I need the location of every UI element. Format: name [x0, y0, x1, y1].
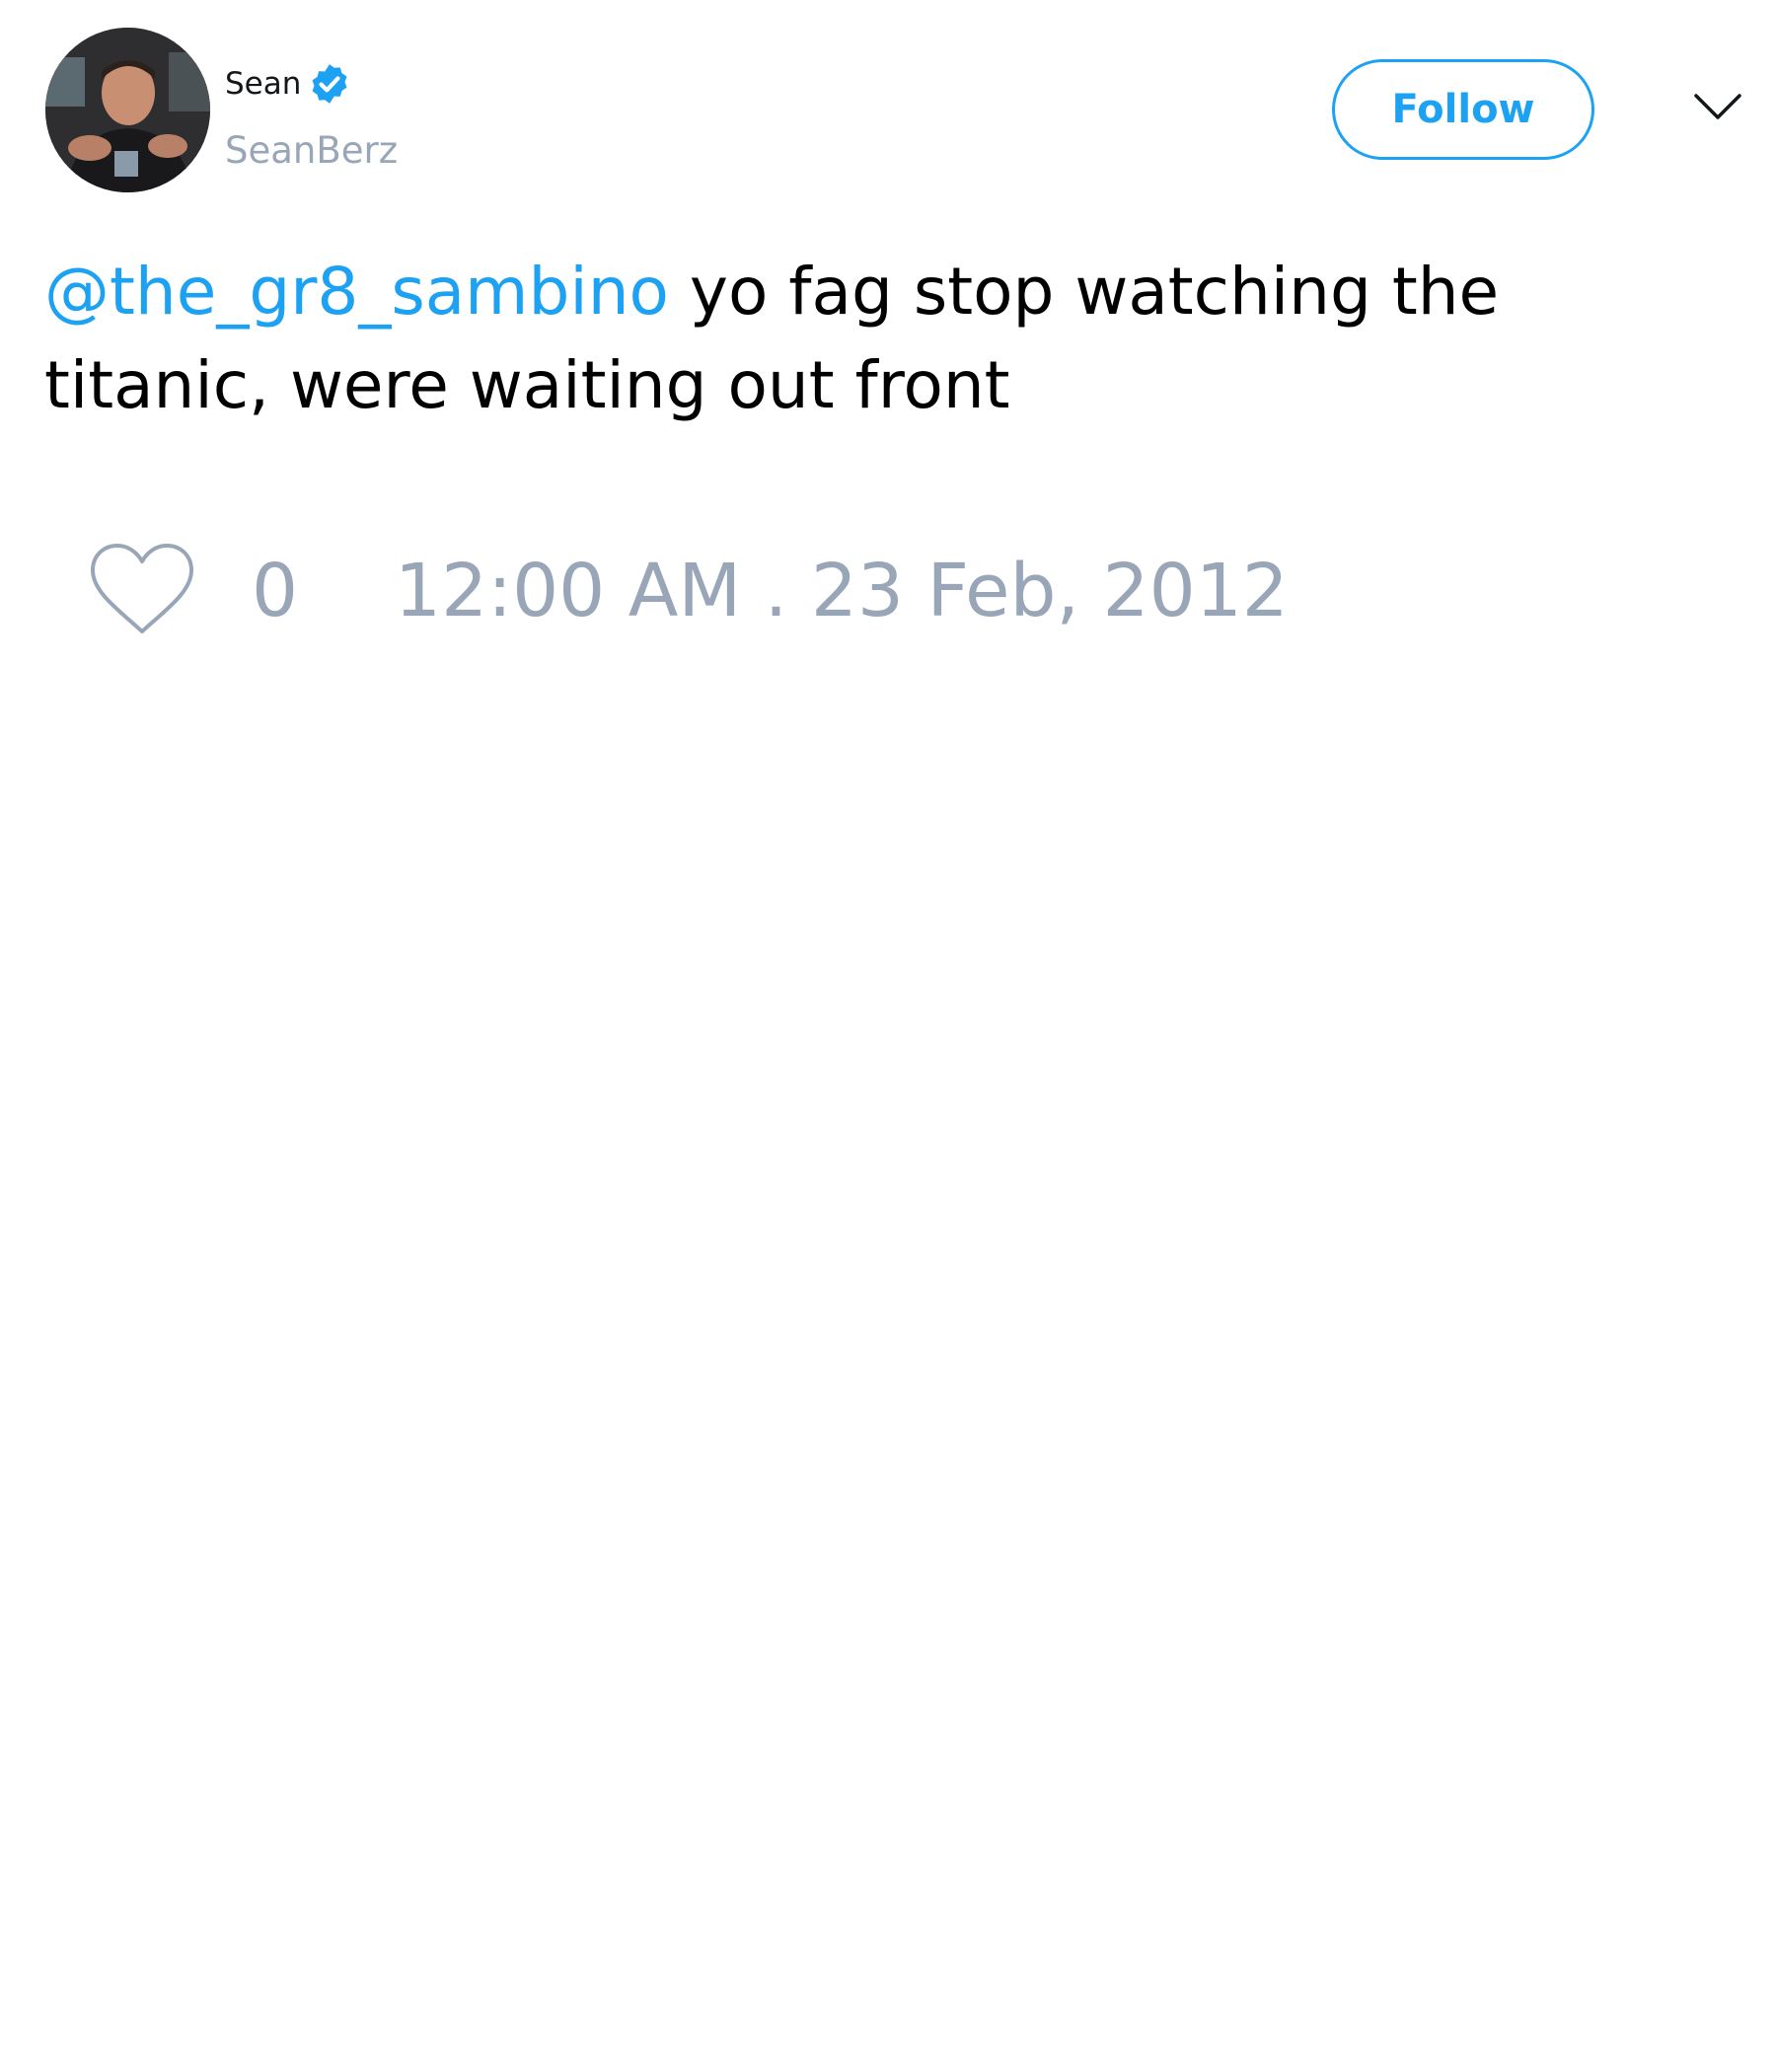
like-count: 0 — [252, 549, 299, 633]
tweet-text: @the_gr8_sambino yo fag stop watching th… — [44, 245, 1702, 432]
avatar-photo — [45, 28, 210, 192]
chevron-down-icon[interactable] — [1693, 91, 1742, 124]
heart-icon[interactable] — [89, 543, 195, 637]
verified-badge-icon — [307, 61, 352, 107]
user-handle[interactable]: SeanBerz — [225, 126, 398, 176]
timestamp[interactable]: 12:00 AM . 23 Feb, 2012 — [395, 547, 1289, 635]
display-name[interactable]: Sean — [225, 61, 352, 107]
avatar[interactable] — [45, 28, 210, 192]
display-name-text: Sean — [225, 66, 302, 102]
mention-link[interactable]: @the_gr8_sambino — [44, 254, 669, 330]
follow-button[interactable]: Follow — [1332, 59, 1594, 160]
